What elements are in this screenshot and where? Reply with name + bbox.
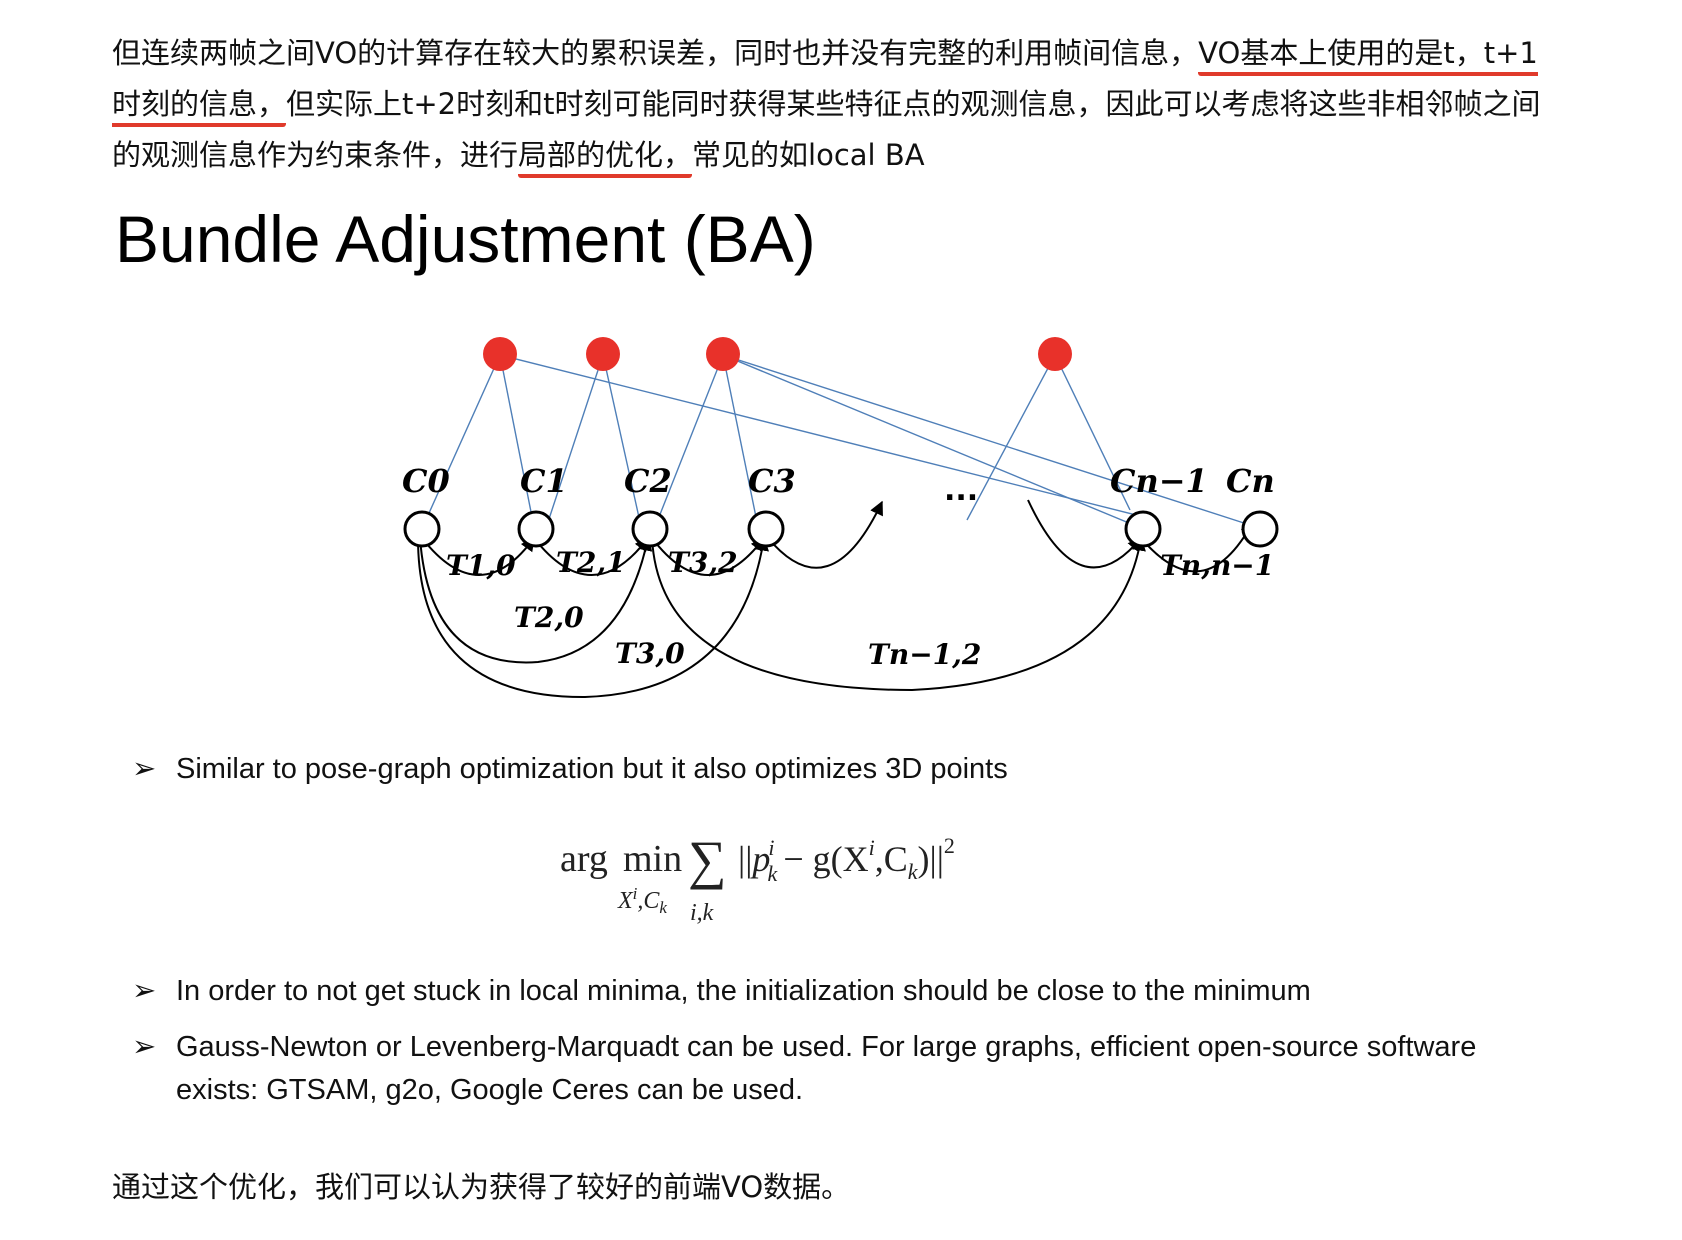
intro-text-3: 常见的如local BA [692, 138, 925, 172]
observation-lines [424, 354, 1248, 529]
bullet-text: Similar to pose-graph optimization but i… [176, 753, 1008, 785]
bundle-adjustment-slide: Bundle Adjustment (BA) ... C0 C1 C2 C3 C… [115, 202, 1279, 699]
bullet-arrow-icon: ➢ [132, 1031, 157, 1063]
slide-title: Bundle Adjustment (BA) [115, 202, 816, 276]
bullet-text: Gauss-Newton or Levenberg-Marquadt can b… [176, 1031, 1477, 1106]
outro-paragraph: 通过这个优化，我们可以认为获得了较好的前端VO数据。 [112, 1170, 851, 1204]
formula-min-sub-x: X [617, 888, 634, 914]
camera-label: C0 [402, 462, 450, 500]
arc-prev [1027, 499, 1142, 569]
formula-sum-icon: ∑ [688, 830, 727, 890]
transform-label: Tn−1,2 [868, 638, 981, 671]
transform-labels: T1,0 T2,1 T3,2 Tn,n−1 T2,0 T3,0 Tn−1,2 [446, 546, 1274, 671]
bullet-text: In order to not get stuck in local minim… [176, 975, 1311, 1007]
formula-norm-term: ||pi k − g(Xi,Ck)||2 [738, 833, 955, 886]
transform-label: T2,1 [556, 546, 626, 579]
ellipsis-label: ... [944, 473, 978, 508]
formula-arg: arg [560, 838, 608, 880]
formula-min-subscript: Xi,Ck [617, 884, 667, 917]
arc-next [767, 500, 883, 569]
formula-min-sub-c-sub: k [659, 898, 667, 917]
transform-label: T3,2 [668, 546, 738, 579]
intro-paragraph: 但连续两帧之间VO的计算存在较大的累积误差，同时也并没有完整的利用帧间信息，VO… [112, 28, 1552, 181]
camera-node [1241, 510, 1279, 548]
formula-p-sub: k [768, 861, 779, 886]
bullet-arrow-icon: ➢ [132, 753, 157, 785]
underlined-phrase-2: 局部的优化， [518, 138, 693, 178]
formula-min-sub-c: ,C [637, 888, 660, 914]
camera-label: C1 [520, 462, 568, 500]
bullet-arrow-icon: ➢ [132, 975, 157, 1007]
landmark-point [1038, 337, 1072, 371]
camera-poses [403, 510, 1279, 548]
camera-node [747, 510, 785, 548]
camera-label: C3 [748, 462, 796, 500]
observation-line [499, 354, 1149, 519]
formula-close: )|| [918, 839, 944, 879]
camera-labels: C0 C1 C2 C3 Cn−1 Cn [402, 462, 1275, 500]
camera-label: Cn [1226, 462, 1275, 500]
formula-norm-open: || [738, 839, 752, 879]
bullet-item: ➢ In order to not get stuck in local min… [132, 970, 1562, 1013]
camera-node [631, 510, 669, 548]
formula-square: 2 [944, 833, 955, 858]
landmark-point [586, 337, 620, 371]
formula-minus-g: − g(X [783, 839, 868, 879]
camera-node [1124, 510, 1162, 548]
formula-p-sup: i [768, 835, 774, 860]
camera-label: Cn−1 [1110, 462, 1208, 500]
ba-objective-formula: arg min Xi,Ck ∑ i,k ||pi k − g(Xi,Ck)||2 [560, 830, 955, 926]
formula-min: min [623, 838, 682, 880]
landmark-point [483, 337, 517, 371]
formula-c: ,C [875, 839, 908, 879]
observation-line [722, 354, 1142, 529]
transform-label: T3,0 [615, 637, 685, 670]
landmark-point [706, 337, 740, 371]
transform-label: T1,0 [446, 549, 516, 582]
camera-label: C2 [624, 462, 672, 500]
bullet-item: ➢ Gauss-Newton or Levenberg-Marquadt can… [132, 1026, 1562, 1112]
camera-node [517, 510, 555, 548]
transform-label: Tn,n−1 [1160, 549, 1274, 582]
camera-node [403, 510, 441, 548]
formula-sum-subscript: i,k [690, 900, 714, 926]
bullet-item: ➢ Similar to pose-graph optimization but… [132, 748, 1562, 791]
transform-label: T2,0 [514, 601, 584, 634]
intro-text-1: 但连续两帧之间VO的计算存在较大的累积误差，同时也并没有完整的利用帧间信息， [112, 36, 1199, 70]
landmarks [483, 337, 1072, 371]
